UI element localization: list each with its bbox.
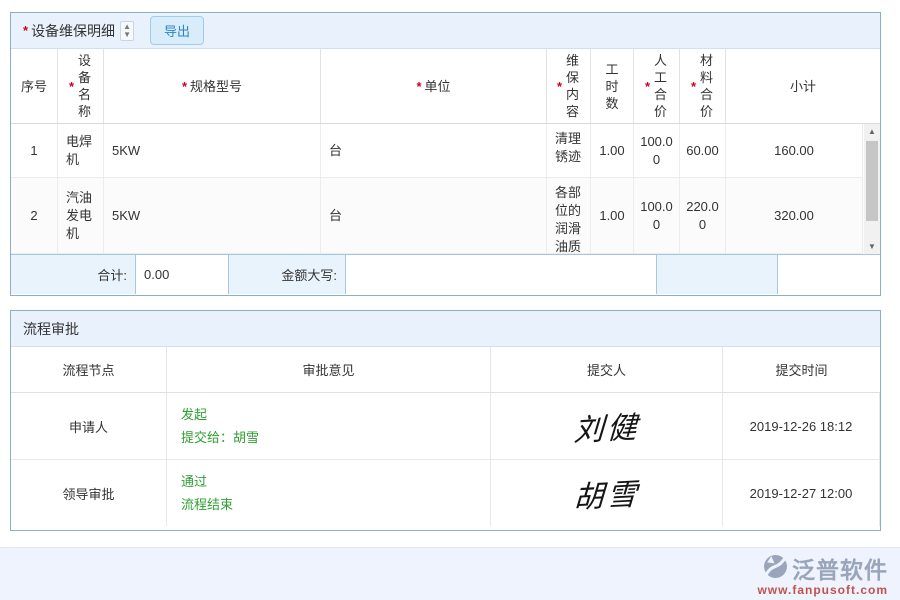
cell-subtotal: 320.00	[726, 178, 863, 254]
col-header-work-hours: 工时数	[591, 49, 634, 124]
totals-spacer-value	[778, 255, 880, 294]
vertical-scrollbar[interactable]: ▲ ▼	[864, 124, 880, 254]
col-label: 小计	[790, 78, 816, 95]
cell-labor-total: 100.00	[634, 124, 680, 178]
scroll-up-icon[interactable]: ▲	[864, 124, 880, 139]
opinion-line: 提交给：胡雪	[181, 426, 259, 449]
equipment-maintenance-panel: * 设备维保明细 ▲ ▼ 导出 序号 *设备名称 *规格型号 *单位 *维保内容…	[10, 12, 881, 296]
col-header-approval-opinion: 审批意见	[167, 347, 491, 393]
required-mark: *	[645, 78, 650, 95]
cell-seq: 2	[11, 178, 58, 254]
panel2-title: 流程审批	[23, 319, 79, 339]
total-label: 合计:	[11, 255, 136, 294]
col-header-submit-time: 提交时间	[723, 347, 880, 393]
col-label: 序号	[21, 78, 47, 95]
brand-url: www.fanpusoft.com	[757, 583, 888, 597]
panel2-titlebar: 流程审批	[11, 311, 880, 347]
opinion-line: 流程结束	[181, 493, 233, 516]
cell-equipment-name: 电焊机	[58, 124, 104, 178]
totals-spacer-label	[657, 255, 778, 294]
col-label: 单位	[425, 78, 451, 95]
required-mark: *	[557, 78, 562, 95]
col-header-flow-node: 流程节点	[11, 347, 167, 393]
cell-subtotal: 160.00	[726, 124, 863, 178]
approval-flow-panel: 流程审批 流程节点 审批意见 提交人 提交时间 申请人 发起 提交给：胡雪 刘健…	[10, 310, 881, 531]
signature-text: 胡雪	[572, 469, 640, 517]
cell-flow-node: 申请人	[11, 393, 167, 459]
col-label: 材料合价	[699, 52, 714, 120]
scrollbar-thumb[interactable]	[866, 141, 878, 221]
col-label: 规格型号	[190, 78, 242, 95]
signature-text: 刘健	[572, 402, 640, 450]
col-label: 设备名称	[77, 52, 92, 120]
col-label: 人工合价	[653, 52, 668, 120]
cell-approval-opinion: 发起 提交给：胡雪	[167, 393, 491, 459]
opinion-line: 通过	[181, 470, 207, 493]
col-header-equipment-name: *设备名称	[58, 49, 104, 124]
sort-stepper-icon[interactable]: ▲ ▼	[120, 21, 134, 41]
cell-work-hours: 1.00	[591, 124, 634, 178]
panel1-title: 设备维保明细	[31, 21, 115, 41]
col-header-spec-model: *规格型号	[104, 49, 321, 124]
cell-spec-model: 5KW	[104, 124, 321, 178]
required-mark: *	[416, 78, 421, 95]
table2-header-row: 流程节点 审批意见 提交人 提交时间	[11, 347, 880, 393]
required-mark: *	[182, 78, 187, 95]
totals-row: 合计: 0.00 金额大写:	[11, 254, 880, 294]
table-row: 领导审批 通过 流程结束 胡雪 2019-12-27 12:00	[11, 460, 880, 526]
cell-maintenance-content: 清理锈迹	[547, 124, 591, 178]
total-value: 0.00	[136, 255, 229, 294]
col-header-submitter: 提交人	[491, 347, 723, 393]
panel1-titlebar: * 设备维保明细 ▲ ▼ 导出	[11, 13, 880, 49]
amount-in-words-value	[346, 255, 657, 294]
cell-submit-time: 2019-12-26 18:12	[723, 393, 880, 459]
opinion-line: 发起	[181, 403, 207, 426]
page-footer: 泛普软件 www.fanpusoft.com	[0, 547, 900, 600]
required-mark: *	[69, 78, 74, 95]
col-label: 维保内容	[565, 52, 580, 120]
table-row: 2 汽油发电机 5KW 台 各部位的润滑油质保养 1.00 100.00 220…	[11, 178, 880, 254]
table-row: 1 电焊机 5KW 台 清理锈迹 1.00 100.00 60.00 160.0…	[11, 124, 880, 178]
col-header-subtotal: 小计	[726, 49, 880, 124]
col-header-material-total: *材料合价	[680, 49, 726, 124]
cell-material-total: 220.00	[680, 178, 726, 254]
col-header-labor-total: *人工合价	[634, 49, 680, 124]
cell-approval-opinion: 通过 流程结束	[167, 460, 491, 526]
cell-submit-time: 2019-12-27 12:00	[723, 460, 880, 526]
cell-submitter-signature: 刘健	[491, 393, 723, 459]
cell-material-total: 60.00	[680, 124, 726, 178]
export-button[interactable]: 导出	[150, 16, 204, 45]
table-row: 申请人 发起 提交给：胡雪 刘健 2019-12-26 18:12	[11, 393, 880, 460]
cell-flow-node: 领导审批	[11, 460, 167, 526]
cell-work-hours: 1.00	[591, 178, 634, 254]
col-header-maintenance-content: *维保内容	[547, 49, 591, 124]
cell-spec-model: 5KW	[104, 178, 321, 254]
required-mark: *	[691, 78, 696, 95]
fanpu-logo-icon	[763, 554, 788, 582]
stepper-down-icon[interactable]: ▼	[123, 31, 131, 39]
scroll-down-icon[interactable]: ▼	[864, 239, 880, 254]
cell-labor-total: 100.00	[634, 178, 680, 254]
cell-unit: 台	[321, 124, 547, 178]
table1-header-row: 序号 *设备名称 *规格型号 *单位 *维保内容 工时数 *人工合价 *材料合价…	[11, 49, 880, 124]
amount-in-words-label: 金额大写:	[229, 255, 346, 294]
fanpu-logo: 泛普软件 www.fanpusoft.com	[757, 551, 888, 597]
cell-submitter-signature: 胡雪	[491, 460, 723, 526]
cell-seq: 1	[11, 124, 58, 178]
brand-text: 泛普软件	[792, 551, 888, 585]
col-label: 工时数	[605, 61, 620, 112]
table1-body: 1 电焊机 5KW 台 清理锈迹 1.00 100.00 60.00 160.0…	[11, 124, 880, 254]
col-header-unit: *单位	[321, 49, 547, 124]
required-mark: *	[23, 23, 28, 38]
cell-equipment-name: 汽油发电机	[58, 178, 104, 254]
cell-maintenance-content: 各部位的润滑油质保养	[547, 178, 591, 254]
cell-unit: 台	[321, 178, 547, 254]
col-header-seq: 序号	[11, 49, 58, 124]
